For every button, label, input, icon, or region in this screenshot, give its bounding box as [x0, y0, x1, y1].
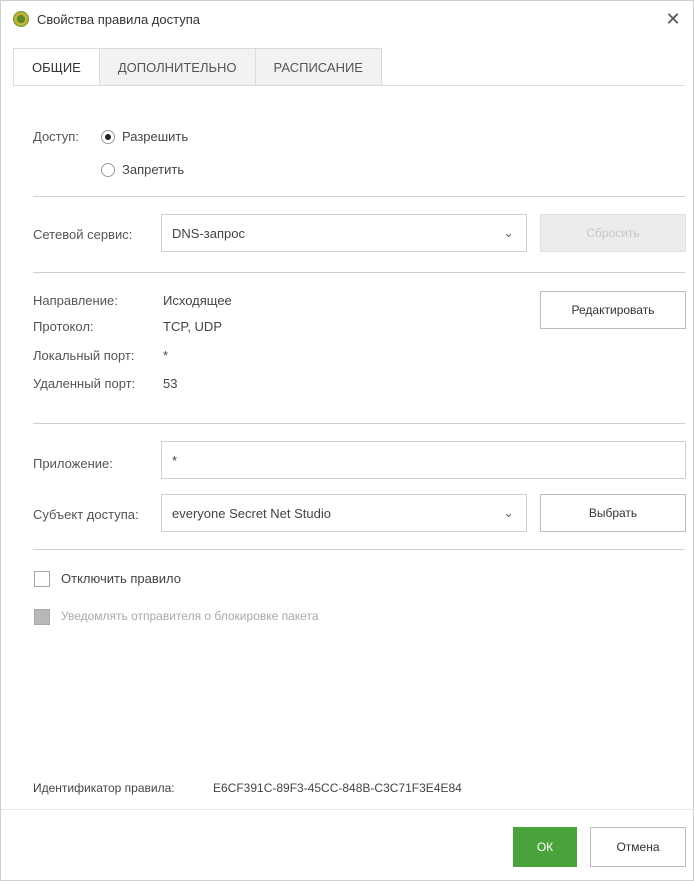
subject-value: everyone Secret Net Studio [172, 506, 331, 521]
separator [33, 423, 685, 424]
edit-button[interactable]: Редактировать [540, 291, 686, 329]
tab-schedule[interactable]: РАСПИСАНИЕ [255, 48, 382, 86]
radio-deny-label[interactable]: Запретить [122, 162, 184, 177]
separator [33, 549, 685, 550]
tab-divider [13, 85, 685, 86]
reset-button[interactable]: Сбросить [540, 214, 686, 252]
application-value: * [172, 453, 178, 468]
protocol-label: Протокол: [33, 319, 94, 334]
rule-id-label: Идентификатор правила: [33, 781, 175, 795]
rule-properties-dialog: Свойства правила доступа ✕ ОБЩИЕ ДОПОЛНИ… [0, 0, 694, 881]
separator [33, 272, 685, 273]
remote-port-label: Удаленный порт: [33, 376, 136, 391]
direction-value: Исходящее [163, 293, 232, 308]
tab-bar: ОБЩИЕ ДОПОЛНИТЕЛЬНО РАСПИСАНИЕ [13, 48, 382, 86]
remote-port-value: 53 [163, 376, 178, 391]
app-shield-icon [13, 11, 29, 27]
disable-rule-checkbox[interactable] [34, 571, 50, 587]
access-label: Доступ: [33, 129, 79, 144]
chevron-down-icon: ⌄ [503, 225, 514, 240]
tab-general[interactable]: ОБЩИЕ [13, 48, 100, 86]
subject-label: Субъект доступа: [33, 507, 139, 522]
rule-id-value: E6CF391C-89F3-45CC-848B-C3C71F3E4E84 [213, 781, 462, 795]
close-button[interactable]: ✕ [661, 7, 685, 31]
tab-advanced[interactable]: ДОПОЛНИТЕЛЬНО [99, 48, 256, 86]
radio-allow[interactable] [101, 130, 115, 144]
radio-deny[interactable] [101, 163, 115, 177]
separator [33, 196, 685, 197]
disable-rule-label[interactable]: Отключить правило [61, 571, 181, 586]
network-service-label: Сетевой сервис: [33, 227, 133, 242]
subject-select[interactable]: everyone Secret Net Studio ⌄ [161, 494, 527, 532]
application-label: Приложение: [33, 456, 113, 471]
radio-allow-label[interactable]: Разрешить [122, 129, 188, 144]
network-service-value: DNS-запрос [172, 226, 245, 241]
application-field[interactable]: * [161, 441, 686, 479]
chevron-down-icon: ⌄ [503, 505, 514, 520]
choose-button[interactable]: Выбрать [540, 494, 686, 532]
notify-sender-checkbox[interactable] [34, 609, 50, 625]
window-title: Свойства правила доступа [37, 12, 200, 27]
footer-divider [1, 809, 693, 810]
direction-label: Направление: [33, 293, 118, 308]
ok-button[interactable]: ОК [513, 827, 577, 867]
title-bar: Свойства правила доступа ✕ [1, 1, 693, 39]
network-service-select[interactable]: DNS-запрос ⌄ [161, 214, 527, 252]
protocol-value: TCP, UDP [163, 319, 222, 334]
notify-sender-label: Уведомлять отправителя о блокировке паке… [61, 609, 319, 623]
cancel-button[interactable]: Отмена [590, 827, 686, 867]
local-port-value: * [163, 348, 169, 363]
local-port-label: Локальный порт: [33, 348, 135, 363]
